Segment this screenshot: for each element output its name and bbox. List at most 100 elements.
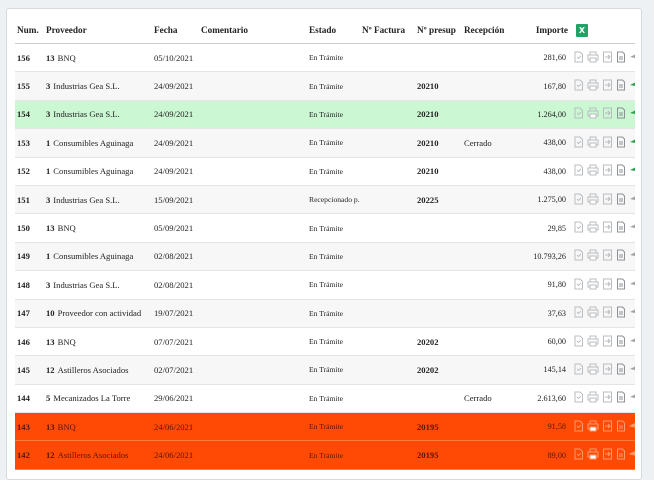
file-icon[interactable] [616,221,626,235]
document-icon[interactable] [573,107,584,121]
print-icon[interactable] [587,278,599,292]
document-icon[interactable] [573,221,584,235]
file-icon[interactable] [616,391,626,405]
document-icon[interactable] [573,335,584,349]
file-icon[interactable] [616,79,626,93]
send-icon[interactable] [629,193,635,207]
file-icon[interactable] [616,420,626,434]
file-icon[interactable] [616,107,626,121]
send-icon[interactable] [629,306,635,320]
document-icon[interactable] [573,391,584,405]
file-icon[interactable] [616,335,626,349]
file-icon[interactable] [616,136,626,150]
file-icon[interactable] [616,193,626,207]
file-icon[interactable] [616,278,626,292]
table-row[interactable]: 154 3 Industrias Gea S.L. 24/09/2021 En Trám… [15,100,635,130]
export-icon[interactable] [602,107,613,121]
table-row[interactable]: 150 13 BNQ 05/09/2021 En Trámite 29,85 [15,213,635,243]
send-icon[interactable] [629,363,635,377]
table-row[interactable]: 146 13 BNQ 07/07/2021 En Trámite 20202 60,00 [15,327,635,357]
export-icon[interactable] [602,193,613,207]
export-icon[interactable] [602,79,613,93]
export-icon[interactable] [602,306,613,320]
send-icon[interactable] [628,448,635,462]
print-icon[interactable] [587,164,599,178]
document-icon[interactable] [573,79,584,93]
send-icon[interactable] [629,51,635,65]
file-icon[interactable] [616,363,626,377]
print-icon[interactable] [587,193,599,207]
table-row[interactable]: 155 3 Industrias Gea S.L. 24/09/2021 En Trám… [15,71,635,101]
print-icon[interactable] [587,420,599,434]
send-icon[interactable] [629,107,635,121]
table-row[interactable]: 152 1 Consumibles Aguinaga 24/09/2021 En Trá… [15,157,635,186]
print-icon[interactable] [587,448,599,462]
print-icon[interactable] [587,79,599,93]
file-icon[interactable] [616,249,626,263]
table-row[interactable]: 149 1 Consumibles Aguinaga 02/08/2021 En Trá… [15,242,635,272]
send-icon[interactable] [629,164,635,178]
document-icon[interactable] [573,306,584,320]
send-icon[interactable] [628,420,635,434]
print-icon[interactable] [587,363,599,377]
file-icon[interactable] [616,306,626,320]
print-icon[interactable] [587,136,599,150]
print-icon[interactable] [587,51,599,65]
col-header-fecha[interactable]: Fecha [152,17,199,44]
print-icon[interactable] [587,249,599,263]
document-icon[interactable] [573,363,584,377]
print-icon[interactable] [587,221,599,235]
col-header-importe[interactable]: Importe [519,17,570,44]
send-icon[interactable] [629,335,635,349]
export-icon[interactable] [602,164,613,178]
export-icon[interactable] [602,221,613,235]
document-icon[interactable] [573,420,584,434]
document-icon[interactable] [573,164,584,178]
file-icon[interactable] [616,448,626,462]
send-icon[interactable] [629,79,635,93]
table-row[interactable]: 148 3 Industrias Gea S.L. 02/08/2021 En Trám… [15,270,635,300]
document-icon[interactable] [573,136,584,150]
table-row[interactable]: 151 3 Industrias Gea S.L. 15/09/2021 Recepci… [15,185,635,215]
document-icon[interactable] [573,448,584,462]
document-icon[interactable] [573,278,584,292]
col-header-factura[interactable]: Nº Factura [360,17,415,44]
export-icon[interactable] [602,420,613,434]
table-row[interactable]: 145 12 Astilleros Asociados 02/07/2021 En Tr… [15,355,635,385]
excel-icon[interactable]: X [576,23,588,37]
send-icon[interactable] [629,249,635,263]
export-icon[interactable] [602,391,613,405]
table-row[interactable]: 142 12 Astilleros Asociados 24/06/2021 En Tr… [15,440,635,470]
col-header-proveedor[interactable]: Proveedor [44,17,152,44]
col-header-estado[interactable]: Estado [307,17,360,44]
document-icon[interactable] [573,193,584,207]
export-icon[interactable] [602,335,613,349]
file-icon[interactable] [616,51,626,65]
send-icon[interactable] [629,221,635,235]
table-row[interactable]: 147 10 Proveedor con actividad 19/07/2021 En… [15,299,635,328]
col-header-recepcion[interactable]: Recepción [462,17,519,44]
export-icon[interactable] [602,51,613,65]
print-icon[interactable] [587,107,599,121]
document-icon[interactable] [573,51,584,65]
print-icon[interactable] [587,335,599,349]
export-icon[interactable] [602,136,613,150]
table-row[interactable]: 143 13 BNQ 24/06/2021 En Trámite 20195 91,58 [15,412,635,442]
file-icon[interactable] [616,164,626,178]
export-icon[interactable] [602,278,613,292]
table-row[interactable]: 144 5 Mecanizados La Torre 29/06/2021 En Trá… [15,384,635,414]
send-icon[interactable] [629,391,635,405]
table-row[interactable]: 153 1 Consumibles Aguinaga 24/09/2021 En Trá… [15,128,635,158]
export-icon[interactable] [602,448,613,462]
document-icon[interactable] [573,249,584,263]
send-icon[interactable] [629,136,635,150]
send-icon[interactable] [629,278,635,292]
col-header-presup[interactable]: Nº presup [415,17,462,44]
col-header-comentario[interactable]: Comentario [199,17,307,44]
export-icon[interactable] [602,249,613,263]
export-icon[interactable] [602,363,613,377]
table-row[interactable]: 156 13 BNQ 05/10/2021 En Trámite 281,60 [15,43,635,73]
col-header-num[interactable]: Num. [15,17,44,44]
print-icon[interactable] [587,391,599,405]
print-icon[interactable] [587,306,599,320]
